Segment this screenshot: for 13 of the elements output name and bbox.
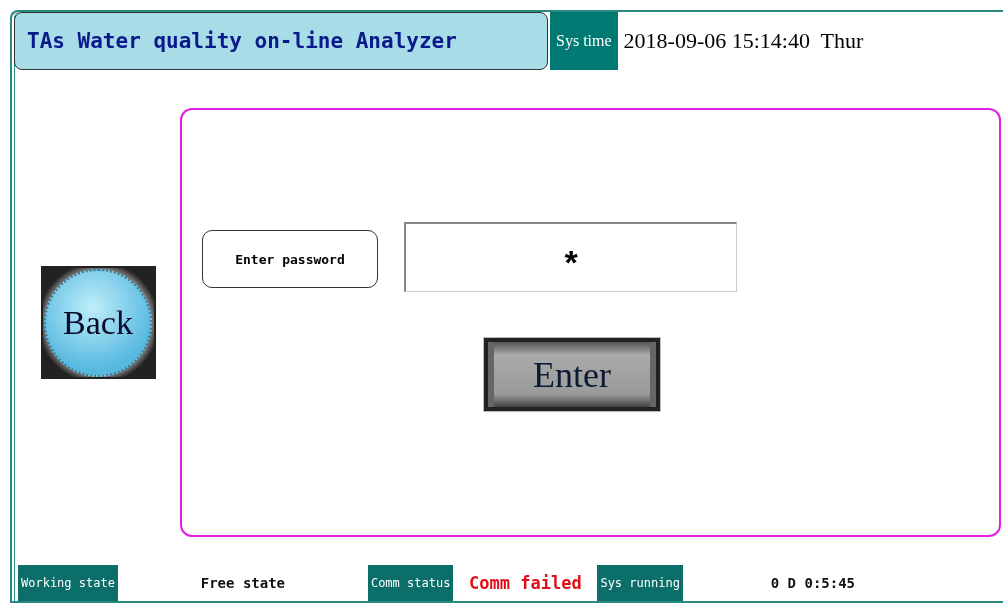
status-value: 0 D 0:5:45 — [769, 574, 857, 593]
password-field[interactable]: * — [404, 222, 737, 292]
status-label: Sys running — [597, 565, 683, 601]
status-label: Working state — [18, 565, 118, 601]
sys-time-value: 2018-09-06 15:14:40 Thur — [622, 27, 865, 55]
enter-button[interactable]: Enter — [484, 338, 660, 411]
password-label: Enter password — [202, 230, 378, 288]
status-label: Comm status — [367, 565, 454, 601]
status-value: Comm failed — [468, 572, 583, 595]
sys-time-label: Sys time — [550, 12, 618, 70]
app-title: TAs Water quality on-line Analyzer — [14, 12, 548, 70]
status-value: Free state — [199, 574, 287, 593]
back-button[interactable]: Back — [40, 266, 156, 379]
